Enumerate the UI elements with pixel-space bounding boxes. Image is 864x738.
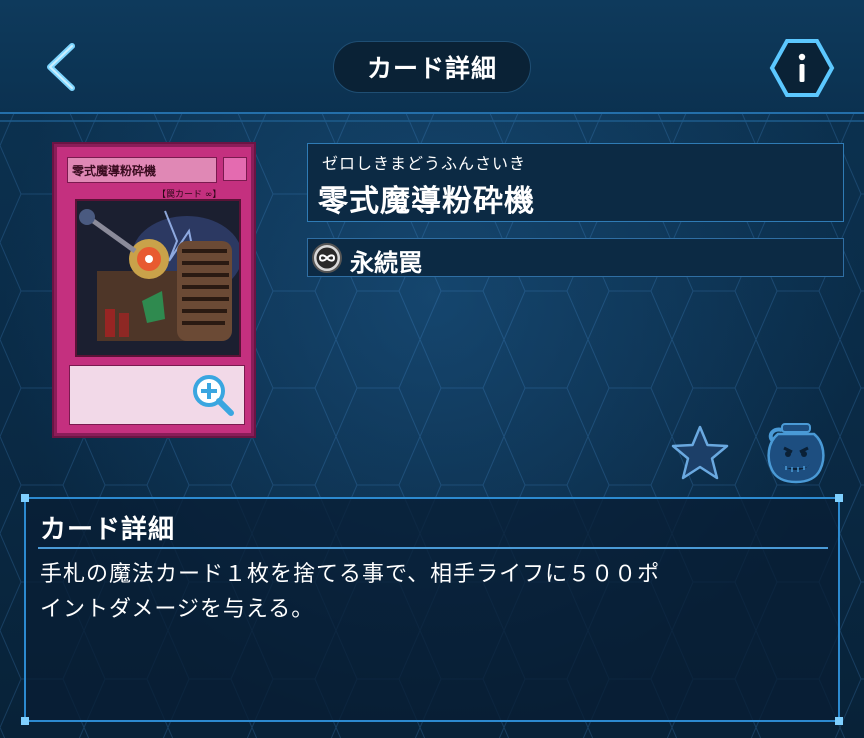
card-name-ruby: ゼロしきまどうふんさいき — [322, 154, 527, 173]
panel-corner — [835, 494, 843, 502]
card-name: 零式魔導粉砕機 — [318, 184, 535, 219]
info-icon[interactable] — [769, 38, 835, 98]
pot-of-greed-icon[interactable] — [762, 422, 830, 484]
header-divider-secondary — [0, 120, 864, 122]
trap-attribute-icon — [223, 157, 247, 181]
page-title: カード詳細 — [333, 41, 531, 93]
card-face-name: 零式魔導粉砕機 — [67, 157, 217, 183]
panel-corner — [21, 494, 29, 502]
card-type-label: 永続罠 — [350, 249, 422, 277]
card-effect-text: 手札の魔法カード１枚を捨てる事で、相手ライフに５００ポ イントダメージを与える。 — [40, 562, 661, 622]
detail-heading: カード詳細 — [40, 515, 176, 545]
page-title-text: カード詳細 — [366, 54, 497, 83]
machine-artwork-icon — [77, 201, 239, 355]
detail-divider — [38, 547, 828, 549]
zoom-in-icon[interactable] — [189, 371, 237, 419]
panel-corner — [835, 717, 843, 725]
card-name-panel: ゼロしきまどうふんさいき 零式魔導粉砕機 — [307, 143, 844, 222]
header-divider — [0, 112, 864, 114]
card-artwork — [75, 199, 241, 357]
back-arrow-icon[interactable] — [38, 40, 86, 94]
star-icon[interactable] — [670, 424, 730, 482]
card-detail-panel: カード詳細 手札の魔法カード１枚を捨てる事で、相手ライフに５００ポ イントダメー… — [21, 494, 843, 725]
card-type-panel: 永続罠 — [307, 238, 844, 277]
card-image[interactable]: 零式魔導粉砕機 【罠カード ∞】 — [54, 144, 254, 436]
infinity-icon — [312, 243, 342, 273]
panel-corner — [21, 717, 29, 725]
